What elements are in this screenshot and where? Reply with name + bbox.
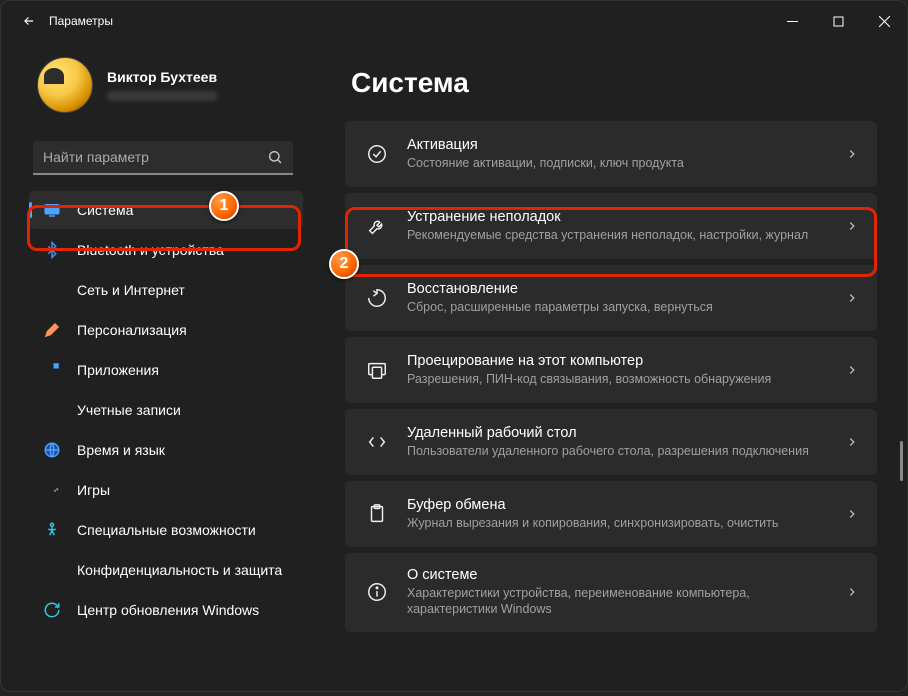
card-remote[interactable]: Удаленный рабочий стол Пользователи удале… bbox=[345, 409, 877, 475]
game-icon bbox=[43, 481, 61, 499]
brush-icon bbox=[43, 321, 61, 339]
nav-item-user[interactable]: Учетные записи bbox=[29, 391, 303, 429]
recovery-icon bbox=[363, 287, 391, 309]
remote-icon bbox=[363, 431, 391, 453]
card-subtitle: Сброс, расширенные параметры запуска, ве… bbox=[407, 299, 835, 315]
card-title: Проецирование на этот компьютер bbox=[407, 353, 835, 369]
card-subtitle: Состояние активации, подписки, ключ прод… bbox=[407, 155, 835, 171]
card-activation[interactable]: Активация Состояние активации, подписки, … bbox=[345, 121, 877, 187]
window-title: Параметры bbox=[49, 14, 113, 28]
sidebar: Виктор Бухтеев Система Bluetooth и устрой… bbox=[1, 41, 315, 691]
profile-name: Виктор Бухтеев bbox=[107, 69, 217, 85]
activation-icon bbox=[363, 143, 391, 165]
system-icon bbox=[43, 201, 61, 219]
nav-item-access[interactable]: Специальные возможности bbox=[29, 511, 303, 549]
about-icon bbox=[363, 581, 391, 603]
update-icon bbox=[43, 601, 61, 619]
card-title: О системе bbox=[407, 567, 835, 583]
minimize-button[interactable] bbox=[769, 1, 815, 41]
clipboard-icon bbox=[363, 503, 391, 525]
card-title: Удаленный рабочий стол bbox=[407, 425, 835, 441]
card-list: Активация Состояние активации, подписки, … bbox=[345, 121, 877, 632]
card-projecting[interactable]: Проецирование на этот компьютер Разрешени… bbox=[345, 337, 877, 403]
card-subtitle: Характеристики устройства, переименовани… bbox=[407, 585, 835, 618]
scrollbar-thumb[interactable] bbox=[900, 441, 903, 481]
profile[interactable]: Виктор Бухтеев bbox=[1, 49, 315, 123]
projecting-icon bbox=[363, 359, 391, 381]
nav-item-label: Специальные возможности bbox=[77, 522, 256, 538]
content: Система Активация Состояние активации, по… bbox=[315, 41, 907, 691]
nav-item-brush[interactable]: Персонализация bbox=[29, 311, 303, 349]
window-controls bbox=[769, 1, 907, 41]
nav-item-wifi[interactable]: Сеть и Интернет bbox=[29, 271, 303, 309]
card-about[interactable]: О системе Характеристики устройства, пере… bbox=[345, 553, 877, 632]
nav-item-label: Приложения bbox=[77, 362, 159, 378]
card-title: Активация bbox=[407, 137, 835, 153]
nav-item-label: Игры bbox=[77, 482, 110, 498]
title-bar: Параметры bbox=[1, 1, 907, 41]
chevron-right-icon bbox=[845, 147, 859, 161]
settings-window: Параметры Виктор Бухтеев Систе bbox=[0, 0, 908, 692]
card-recovery[interactable]: Восстановление Сброс, расширенные парамет… bbox=[345, 265, 877, 331]
card-title: Буфер обмена bbox=[407, 497, 835, 513]
avatar bbox=[37, 57, 93, 113]
close-button[interactable] bbox=[861, 1, 907, 41]
apps-icon bbox=[43, 361, 61, 379]
nav-item-globe[interactable]: Время и язык bbox=[29, 431, 303, 469]
profile-email-blurred bbox=[107, 91, 217, 101]
chevron-right-icon bbox=[845, 435, 859, 449]
nav-item-game[interactable]: Игры bbox=[29, 471, 303, 509]
card-title: Восстановление bbox=[407, 281, 835, 297]
user-icon bbox=[43, 401, 61, 419]
wifi-icon bbox=[43, 281, 61, 299]
card-subtitle: Разрешения, ПИН-код связывания, возможно… bbox=[407, 371, 835, 387]
card-subtitle: Пользователи удаленного рабочего стола, … bbox=[407, 443, 835, 459]
chevron-right-icon bbox=[845, 507, 859, 521]
card-troubleshoot[interactable]: Устранение неполадок Рекомендуемые средст… bbox=[345, 193, 877, 259]
search-box[interactable] bbox=[33, 141, 293, 175]
card-title: Устранение неполадок bbox=[407, 209, 835, 225]
card-subtitle: Журнал вырезания и копирования, синхрони… bbox=[407, 515, 835, 531]
annotation-badge-2: 2 bbox=[329, 249, 359, 279]
chevron-right-icon bbox=[845, 585, 859, 599]
nav-item-label: Время и язык bbox=[77, 442, 165, 458]
chevron-right-icon bbox=[845, 291, 859, 305]
search-input[interactable] bbox=[43, 149, 267, 165]
nav-item-label: Bluetooth и устройства bbox=[77, 242, 224, 258]
annotation-badge-1: 1 bbox=[209, 191, 239, 221]
nav-item-label: Система bbox=[77, 202, 133, 218]
nav-item-bluetooth[interactable]: Bluetooth и устройства bbox=[29, 231, 303, 269]
nav-item-label: Конфиденциальность и защита bbox=[77, 562, 282, 578]
card-clipboard[interactable]: Буфер обмена Журнал вырезания и копирован… bbox=[345, 481, 877, 547]
chevron-right-icon bbox=[845, 219, 859, 233]
nav-item-label: Персонализация bbox=[77, 322, 187, 338]
nav-item-update[interactable]: Центр обновления Windows bbox=[29, 591, 303, 629]
nav-item-apps[interactable]: Приложения bbox=[29, 351, 303, 389]
globe-icon bbox=[43, 441, 61, 459]
bluetooth-icon bbox=[43, 241, 61, 259]
nav-item-label: Центр обновления Windows bbox=[77, 602, 259, 618]
nav-item-label: Сеть и Интернет bbox=[77, 282, 185, 298]
page-title: Система bbox=[351, 67, 877, 99]
nav-item-shield[interactable]: Конфиденциальность и защита bbox=[29, 551, 303, 589]
access-icon bbox=[43, 521, 61, 539]
maximize-button[interactable] bbox=[815, 1, 861, 41]
nav-item-system[interactable]: Система bbox=[29, 191, 303, 229]
card-subtitle: Рекомендуемые средства устранения непола… bbox=[407, 227, 835, 243]
nav-list: Система Bluetooth и устройства Сеть и Инте… bbox=[1, 191, 315, 629]
troubleshoot-icon bbox=[363, 215, 391, 237]
chevron-right-icon bbox=[845, 363, 859, 377]
search-icon bbox=[267, 149, 283, 165]
nav-item-label: Учетные записи bbox=[77, 402, 181, 418]
shield-icon bbox=[43, 561, 61, 579]
back-button[interactable] bbox=[15, 7, 43, 35]
